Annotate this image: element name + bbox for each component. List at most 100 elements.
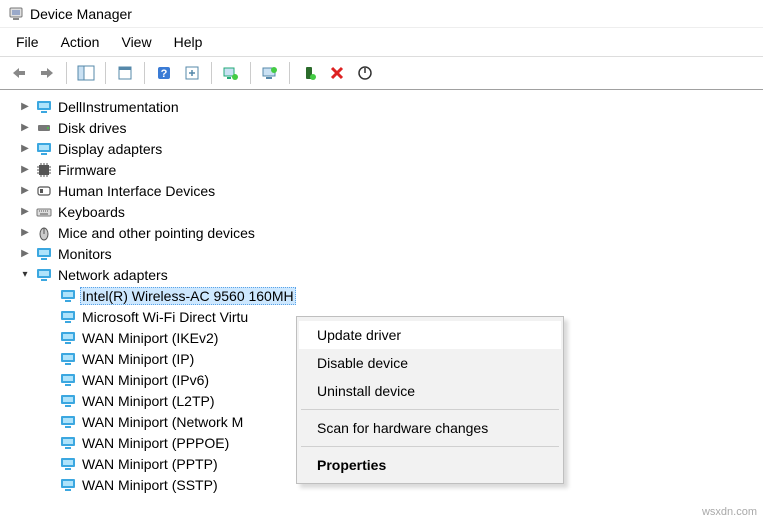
firmware-icon bbox=[36, 162, 52, 178]
tree-label: WAN Miniport (PPTP) bbox=[80, 455, 220, 473]
context-disable-device[interactable]: Disable device bbox=[299, 349, 561, 377]
window-title: Device Manager bbox=[30, 6, 132, 22]
tree-label: Human Interface Devices bbox=[56, 182, 217, 200]
menu-action[interactable]: Action bbox=[51, 30, 110, 54]
uninstall-device-button[interactable] bbox=[296, 60, 322, 86]
tree-label: Disk drives bbox=[56, 119, 128, 137]
collapse-icon[interactable]: ▾ bbox=[18, 268, 32, 282]
context-scan-hardware[interactable]: Scan for hardware changes bbox=[299, 414, 561, 442]
tree-label: Firmware bbox=[56, 161, 118, 179]
separator bbox=[144, 62, 145, 84]
action-button[interactable] bbox=[179, 60, 205, 86]
back-button[interactable] bbox=[6, 60, 32, 86]
disable-device-button[interactable] bbox=[324, 60, 350, 86]
context-properties[interactable]: Properties bbox=[299, 451, 561, 479]
blank-icon bbox=[42, 331, 56, 345]
enable-device-button[interactable] bbox=[352, 60, 378, 86]
monitor-icon bbox=[36, 246, 52, 262]
network-device-icon bbox=[60, 393, 76, 409]
toolbar: ? bbox=[0, 56, 763, 90]
tree-label: WAN Miniport (PPPOE) bbox=[80, 434, 231, 452]
tree-label: WAN Miniport (SSTP) bbox=[80, 476, 220, 494]
network-device-icon bbox=[60, 351, 76, 367]
tree-label: WAN Miniport (L2TP) bbox=[80, 392, 217, 410]
menu-view[interactable]: View bbox=[111, 30, 161, 54]
monitor-icon bbox=[36, 99, 52, 115]
show-hide-tree-button[interactable] bbox=[73, 60, 99, 86]
separator bbox=[105, 62, 106, 84]
tree-node[interactable]: ▶ Disk drives bbox=[18, 117, 763, 138]
tree-node[interactable]: ▶Mice and other pointing devices bbox=[18, 222, 763, 243]
expand-icon[interactable]: ▶ bbox=[18, 184, 32, 198]
context-separator bbox=[301, 446, 559, 447]
context-uninstall-device[interactable]: Uninstall device bbox=[299, 377, 561, 405]
expand-icon[interactable]: ▶ bbox=[18, 226, 32, 240]
display-adapter-icon bbox=[36, 141, 52, 157]
hid-icon bbox=[36, 183, 52, 199]
tree-label: Microsoft Wi-Fi Direct Virtu bbox=[80, 308, 250, 326]
tree-label: WAN Miniport (IKEv2) bbox=[80, 329, 220, 347]
blank-icon bbox=[42, 352, 56, 366]
separator bbox=[211, 62, 212, 84]
blank-icon bbox=[42, 394, 56, 408]
scan-hardware-button[interactable] bbox=[218, 60, 244, 86]
blank-icon bbox=[42, 436, 56, 450]
tree-node-expanded[interactable]: ▾ Network adapters bbox=[18, 264, 763, 285]
title-bar: Device Manager bbox=[0, 0, 763, 28]
network-device-icon bbox=[60, 309, 76, 325]
tree-node[interactable]: ▶ DellInstrumentation bbox=[18, 96, 763, 117]
menu-help[interactable]: Help bbox=[164, 30, 213, 54]
tree-label: DellInstrumentation bbox=[56, 98, 181, 116]
tree-label: Monitors bbox=[56, 245, 114, 263]
network-adapter-icon bbox=[36, 267, 52, 283]
menu-file[interactable]: File bbox=[6, 30, 49, 54]
network-device-icon bbox=[60, 288, 76, 304]
blank-icon bbox=[42, 373, 56, 387]
tree-label: Keyboards bbox=[56, 203, 127, 221]
blank-icon bbox=[42, 478, 56, 492]
expand-icon[interactable]: ▶ bbox=[18, 142, 32, 156]
expand-icon[interactable]: ▶ bbox=[18, 205, 32, 219]
watermark: wsxdn.com bbox=[702, 506, 757, 518]
tree-node[interactable]: ▶Display adapters bbox=[18, 138, 763, 159]
mouse-icon bbox=[36, 225, 52, 241]
menu-bar: File Action View Help bbox=[0, 28, 763, 56]
tree-label: Intel(R) Wireless-AC 9560 160MH bbox=[80, 287, 296, 305]
tree-label: WAN Miniport (IPv6) bbox=[80, 371, 211, 389]
separator bbox=[250, 62, 251, 84]
help-button[interactable]: ? bbox=[151, 60, 177, 86]
svg-text:?: ? bbox=[161, 68, 168, 80]
blank-icon bbox=[42, 415, 56, 429]
network-device-icon bbox=[60, 330, 76, 346]
separator bbox=[66, 62, 67, 84]
context-separator bbox=[301, 409, 559, 410]
forward-button[interactable] bbox=[34, 60, 60, 86]
expand-icon[interactable]: ▶ bbox=[18, 247, 32, 261]
context-update-driver[interactable]: Update driver bbox=[299, 321, 561, 349]
update-driver-button[interactable] bbox=[257, 60, 283, 86]
context-menu: Update driver Disable device Uninstall d… bbox=[296, 316, 564, 484]
separator bbox=[289, 62, 290, 84]
blank-icon bbox=[42, 457, 56, 471]
blank-icon bbox=[42, 289, 56, 303]
tree-node-selected[interactable]: Intel(R) Wireless-AC 9560 160MH bbox=[42, 285, 763, 306]
app-icon bbox=[8, 6, 24, 22]
expand-icon[interactable]: ▶ bbox=[18, 121, 32, 135]
properties-button[interactable] bbox=[112, 60, 138, 86]
tree-node[interactable]: ▶ Human Interface Devices bbox=[18, 180, 763, 201]
network-device-icon bbox=[60, 372, 76, 388]
network-device-icon bbox=[60, 435, 76, 451]
disk-icon bbox=[36, 120, 52, 136]
tree-label: Network adapters bbox=[56, 266, 170, 284]
network-device-icon bbox=[60, 414, 76, 430]
tree-node[interactable]: ▶ Firmware bbox=[18, 159, 763, 180]
expand-icon[interactable]: ▶ bbox=[18, 100, 32, 114]
blank-icon bbox=[42, 310, 56, 324]
keyboard-icon bbox=[36, 204, 52, 220]
tree-label: WAN Miniport (IP) bbox=[80, 350, 196, 368]
tree-node[interactable]: ▶ Keyboards bbox=[18, 201, 763, 222]
expand-icon[interactable]: ▶ bbox=[18, 163, 32, 177]
tree-node[interactable]: ▶ Monitors bbox=[18, 243, 763, 264]
network-device-icon bbox=[60, 456, 76, 472]
network-device-icon bbox=[60, 477, 76, 493]
